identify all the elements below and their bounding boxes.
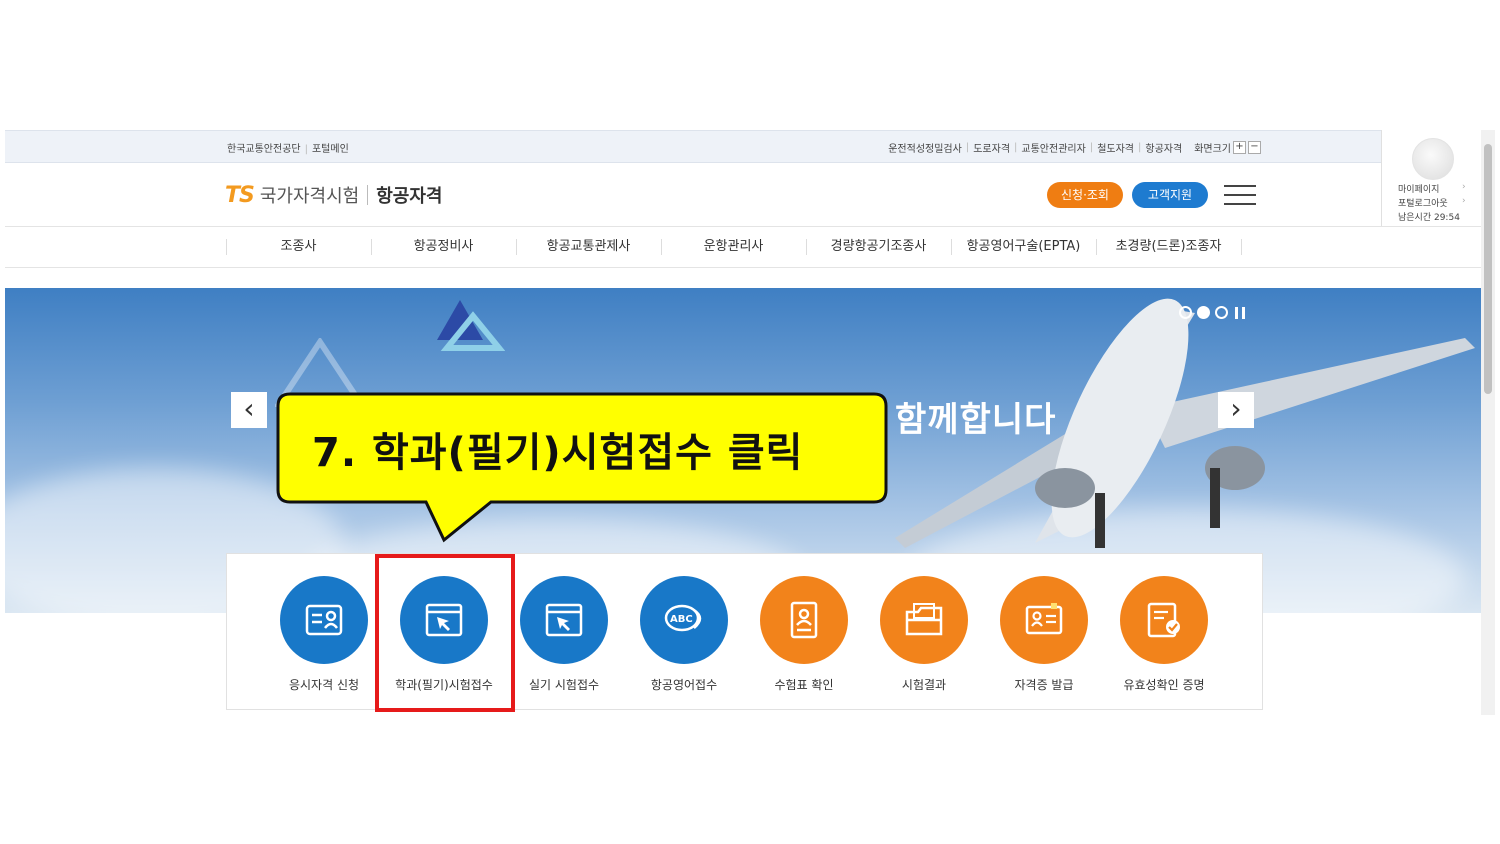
quick-label: 항공영어접수 [650,678,718,692]
scrollbar-thumb[interactable] [1484,144,1492,394]
folder-icon [905,603,943,636]
slide-dot-1[interactable] [1179,306,1192,319]
id-card-icon [305,604,343,636]
nav-item-drone[interactable]: 초경량(드론)조종자 [1096,227,1241,267]
customer-support-button[interactable]: 고객지원 [1132,182,1208,208]
logo-subtitle: 항공자격 [376,186,443,207]
nav-item-pilot[interactable]: 조종사 [226,227,371,267]
session-timer: 남은시간 29:54 [1398,213,1460,223]
cursor-window-icon [545,603,583,637]
logo-title: 국가자격시험 [259,186,360,207]
nav-item-mechanic[interactable]: 항공정비사 [371,227,516,267]
quick-label: 시험결과 [901,678,947,692]
quick-item-license-issue[interactable]: 자격증 발급 [989,576,1099,693]
quick-item-english-exam[interactable]: ABC 항공영어접수 [629,576,739,693]
pause-icon[interactable] [1235,306,1238,319]
quick-label: 응시자격 신청 [288,678,360,692]
callout-text: 7. 학과(필기)시험접수 클릭 [312,430,804,476]
nav-item-dispatcher[interactable]: 운항관리사 [661,227,806,267]
nav-item-light-aircraft[interactable]: 경량항공기조종사 [806,227,951,267]
util-link-rail[interactable]: 철도자격 [1097,140,1134,155]
nav-item-atc[interactable]: 항공교통관제사 [516,227,661,267]
slide-prev-button[interactable]: ‹ [231,392,267,428]
util-link-kotsa[interactable]: 한국교통안전공단 [227,144,301,155]
util-link-portal[interactable]: 포털메인 [312,144,349,155]
chevron-right-icon: › [1462,182,1466,192]
verified-doc-icon [1147,602,1180,638]
slide-next-button[interactable]: › [1218,392,1254,428]
util-link-aptitude[interactable]: 운전적성정밀검사 [888,140,962,155]
util-link-safety-manager[interactable]: 교통안전관리자 [1021,140,1085,155]
slide-dot-3[interactable] [1215,306,1228,319]
util-link-road[interactable]: 도로자격 [973,140,1010,155]
font-size-label: 화면크기 [1194,144,1231,155]
logout-link[interactable]: 포털로그아웃 [1398,196,1448,209]
site-logo[interactable]: TS 국가자격시험 항공자격 [225,180,442,210]
scrollbar[interactable] [1481,130,1495,715]
quick-item-admission-ticket[interactable]: 수험표 확인 [749,576,859,693]
triangle-logo-graphic [437,300,505,351]
svg-text:ABC: ABC [670,614,693,625]
quick-item-eligibility[interactable]: 응시자격 신청 [269,576,379,693]
font-plus-button[interactable]: + [1233,141,1246,154]
quick-label: 자격증 발급 [1014,678,1074,692]
quick-item-validity-cert[interactable]: 유효성확인 증명 [1109,576,1219,693]
abc-speech-icon: ABC [664,604,702,632]
utility-bar: 한국교통안전공단 | 포털메인 운전적성정밀검사 | 도로자격 | 교통안전관리자 | 철… [5,130,1381,163]
avatar [1412,138,1454,180]
nav-item-epta[interactable]: 항공영어구술(EPTA) [951,227,1096,267]
util-link-aviation[interactable]: 항공자격 [1145,140,1182,155]
quick-item-practical-exam[interactable]: 실기 시험접수 [509,576,619,693]
ticket-icon [790,601,818,639]
hamburger-menu-icon[interactable] [1224,185,1256,205]
quick-label: 수험표 확인 [774,678,834,692]
quick-label: 실기 시험접수 [528,678,600,692]
apply-lookup-button[interactable]: 신청·조회 [1047,182,1123,208]
logo-divider [367,185,369,205]
quick-label: 유효성확인 증명 [1123,678,1205,692]
hero-headline: 함께합니다 [895,400,1057,440]
main-nav: 조종사 항공정비사 항공교통관제사 운항관리사 경량항공기조종사 항공영어구술(… [5,226,1481,268]
slide-indicators [1179,306,1247,319]
mypage-link[interactable]: 마이페이지 [1398,182,1439,195]
font-minus-button[interactable]: − [1248,141,1261,154]
quick-item-exam-result[interactable]: 시험결과 [869,576,979,693]
license-card-icon [1025,603,1063,635]
user-panel: 마이페이지 › 포털로그아웃 › 남은시간 29:54 [1381,130,1482,226]
chevron-right-icon: › [1462,196,1466,206]
highlight-box [375,554,515,712]
ts-logo-mark: TS [225,182,255,208]
slide-dot-2[interactable] [1197,306,1210,319]
